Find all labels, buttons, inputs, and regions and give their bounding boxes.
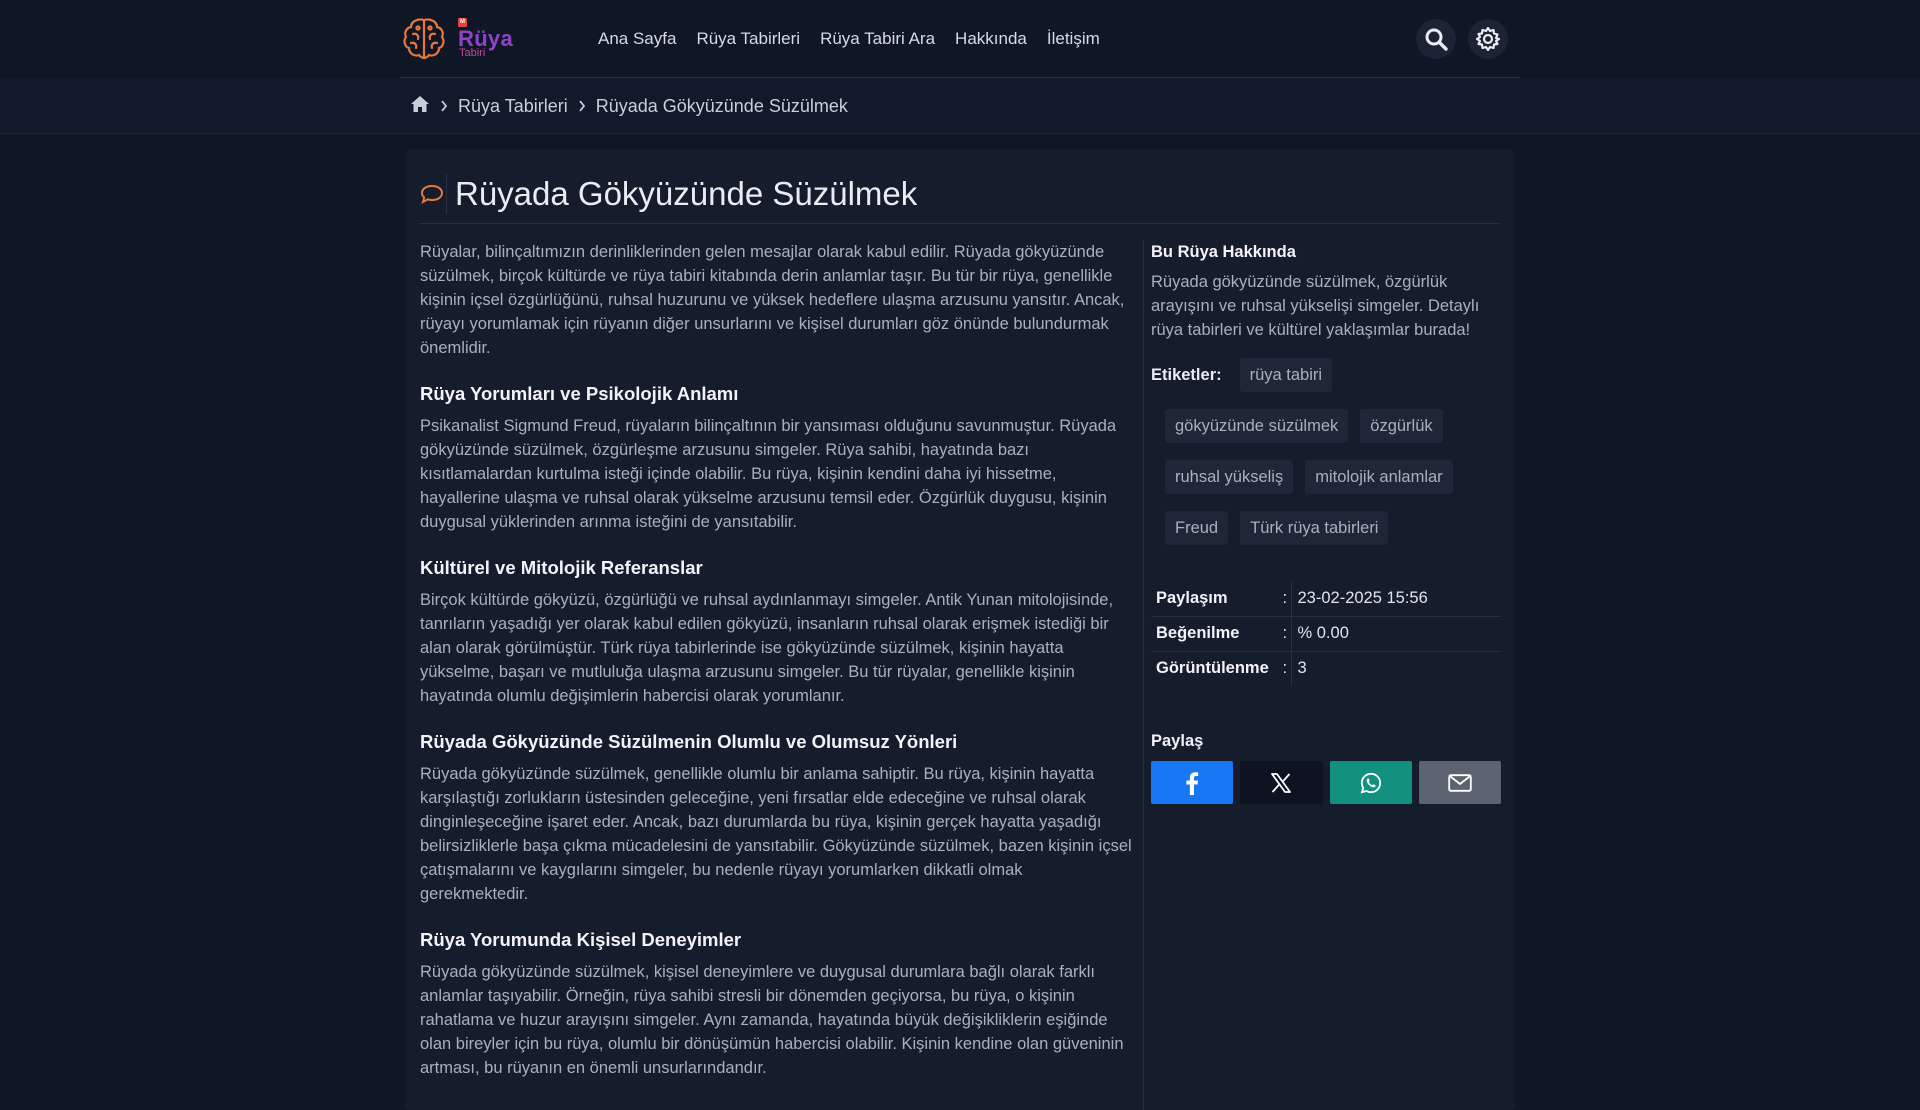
share-facebook-button[interactable] xyxy=(1151,761,1234,804)
x-icon xyxy=(1271,772,1292,793)
stat-value: 3 xyxy=(1297,659,1307,678)
breadcrumb: Rüya Tabirleri Rüyada Gökyüzünde Süzülme… xyxy=(400,78,1520,134)
facebook-icon xyxy=(1186,771,1199,795)
whatsapp-icon xyxy=(1360,772,1381,793)
stat-key: Görüntülenme xyxy=(1156,659,1269,678)
tag-item[interactable]: Freud xyxy=(1165,511,1229,545)
about-text: Rüyada gökyüzünde süzülmek, özgürlük ara… xyxy=(1151,273,1480,339)
stat-row-views: Görüntülenme : 3 xyxy=(1151,651,1501,686)
stat-row-likes: Beğenilme : % 0.00 xyxy=(1151,616,1501,652)
nav-about[interactable]: Hakkında xyxy=(955,29,1027,49)
section-heading: Rüya Yorumları ve Psikolojik Anlamı xyxy=(420,383,739,404)
column-divider xyxy=(1143,240,1144,1110)
article-sidebar: Bu Rüya Hakkında Rüyada gökyüzünde süzül… xyxy=(1151,240,1501,804)
section-heading: Kültürel ve Mitolojik Referanslar xyxy=(420,557,703,578)
chevron-right-icon xyxy=(578,96,586,117)
section-heading: Rüya Yorumunda Kişisel Deneyimler xyxy=(420,929,742,950)
share-email-button[interactable] xyxy=(1418,761,1501,804)
main-nav: Ana Sayfa Rüya Tabirleri Rüya Tabiri Ara… xyxy=(598,0,1100,78)
article-card: Rüyada Gökyüzünde Süzülmek Rüyalar, bili… xyxy=(405,150,1515,1110)
mail-icon xyxy=(1448,773,1472,792)
stat-value: % 0.00 xyxy=(1291,616,1501,652)
stat-value: 23-02-2025 15:56 xyxy=(1291,581,1501,617)
site-logo[interactable]: M Rüya Tabiri xyxy=(400,14,530,62)
theme-toggle-button[interactable] xyxy=(1468,19,1508,59)
home-icon xyxy=(411,95,429,112)
section-body: Psikanalist Sigmund Freud, rüyaların bil… xyxy=(420,417,1117,531)
tags-label: Etiketler: xyxy=(1151,366,1222,384)
nav-search-interpretation[interactable]: Rüya Tabiri Ara xyxy=(820,29,935,49)
section-body: Birçok kültürde gökyüzü, özgürlüğü ve ru… xyxy=(420,591,1114,705)
section-body: Rüyada gökyüzünde süzülmek, genellikle o… xyxy=(420,765,1132,903)
top-navbar: M Rüya Tabiri Ana Sayfa Rüya Tabirleri R… xyxy=(0,0,1920,78)
breadcrumb-item-category[interactable]: Rüya Tabirleri xyxy=(458,96,568,117)
tag-item[interactable]: rüya tabiri xyxy=(1239,358,1333,392)
gear-icon xyxy=(1475,26,1501,52)
section-heading: Rüyada Gökyüzünde Süzülmenin Olumlu ve O… xyxy=(420,731,958,752)
stat-colon: : xyxy=(1281,616,1292,652)
nav-contact[interactable]: İletişim xyxy=(1047,29,1100,49)
tag-item[interactable]: Türk rüya tabirleri xyxy=(1240,511,1389,545)
tag-item[interactable]: gökyüzünde süzülmek xyxy=(1165,409,1349,443)
breadcrumb-bar: Rüya Tabirleri Rüyada Gökyüzünde Süzülme… xyxy=(0,78,1920,134)
tag-item[interactable]: mitolojik anlamlar xyxy=(1305,460,1453,494)
stat-key: Paylaşım xyxy=(1151,581,1281,617)
stat-colon: : xyxy=(1281,581,1292,617)
search-button[interactable] xyxy=(1416,19,1456,59)
article-intro: Rüyalar, bilinçaltımızın derinliklerinde… xyxy=(420,243,1125,357)
article-header: Rüyada Gökyüzünde Süzülmek xyxy=(419,164,1499,224)
share-buttons xyxy=(1151,761,1501,804)
tag-list: Etiketler: rüya tabiri gökyüzünde süzülm… xyxy=(1151,358,1501,545)
search-icon xyxy=(1425,28,1448,51)
stat-row-share-date: Paylaşım : 23-02-2025 15:56 xyxy=(1151,581,1501,617)
share-whatsapp-button[interactable] xyxy=(1329,761,1412,804)
nav-home[interactable]: Ana Sayfa xyxy=(598,29,676,49)
about-heading: Bu Rüya Hakkında xyxy=(1151,243,1296,261)
breadcrumb-item-current: Rüyada Gökyüzünde Süzülmek xyxy=(595,95,848,116)
logo-subtitle: Tabiri xyxy=(459,47,486,59)
section-body: Rüyada gökyüzünde süzülmek, kişisel dene… xyxy=(420,963,1124,1077)
article-content: Rüyalar, bilinçaltımızın derinliklerinde… xyxy=(420,240,1132,1090)
comment-icon xyxy=(419,173,447,214)
stat-colon: : xyxy=(1281,651,1292,686)
page-title: Rüyada Gökyüzünde Süzülmek xyxy=(455,174,918,212)
tag-item[interactable]: özgürlük xyxy=(1360,409,1443,443)
chevron-right-icon xyxy=(440,96,448,117)
nav-dream-interpretations[interactable]: Rüya Tabirleri xyxy=(696,29,800,49)
stat-key: Beğenilme xyxy=(1151,616,1281,652)
stats-table: Paylaşım : 23-02-2025 15:56 Beğenilme : … xyxy=(1151,581,1501,686)
tag-item[interactable]: ruhsal yükseliş xyxy=(1165,460,1294,494)
share-x-button[interactable] xyxy=(1240,761,1323,804)
logo-wordmark: M Rüya Tabiri xyxy=(450,16,530,60)
brain-logo-icon xyxy=(403,18,445,60)
share-heading: Paylaş xyxy=(1151,732,1204,750)
breadcrumb-home[interactable] xyxy=(410,95,430,118)
